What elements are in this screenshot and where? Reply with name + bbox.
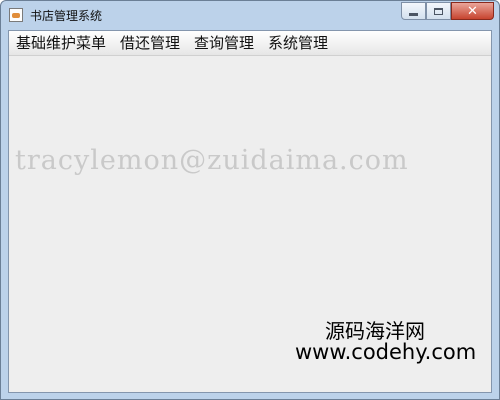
menu-basic-maintenance[interactable]: 基础维护菜单	[9, 32, 113, 54]
java-cup-icon[interactable]	[9, 8, 23, 22]
minimize-icon	[409, 12, 418, 16]
window-controls: ✕	[401, 2, 494, 20]
menu-borrow-return[interactable]: 借还管理	[113, 32, 187, 54]
watermark-logo-url: www.codehy.com	[295, 340, 477, 364]
app-window: 书店管理系统 ✕ 基础维护菜单 借还管理 查询管理 系统管理 tracylemo…	[0, 0, 500, 400]
menu-query[interactable]: 查询管理	[187, 32, 261, 54]
close-icon: ✕	[467, 3, 478, 19]
close-button[interactable]: ✕	[451, 2, 494, 20]
menu-bar: 基础维护菜单 借还管理 查询管理 系统管理	[9, 31, 491, 56]
maximize-icon	[434, 7, 443, 15]
window-title: 书店管理系统	[30, 9, 103, 23]
maximize-button[interactable]	[426, 2, 451, 20]
minimize-button[interactable]	[401, 2, 426, 20]
watermark-email: tracylemon@zuidaima.com	[15, 145, 409, 176]
menu-system[interactable]: 系统管理	[261, 32, 335, 54]
title-bar[interactable]: 书店管理系统 ✕	[1, 1, 499, 29]
